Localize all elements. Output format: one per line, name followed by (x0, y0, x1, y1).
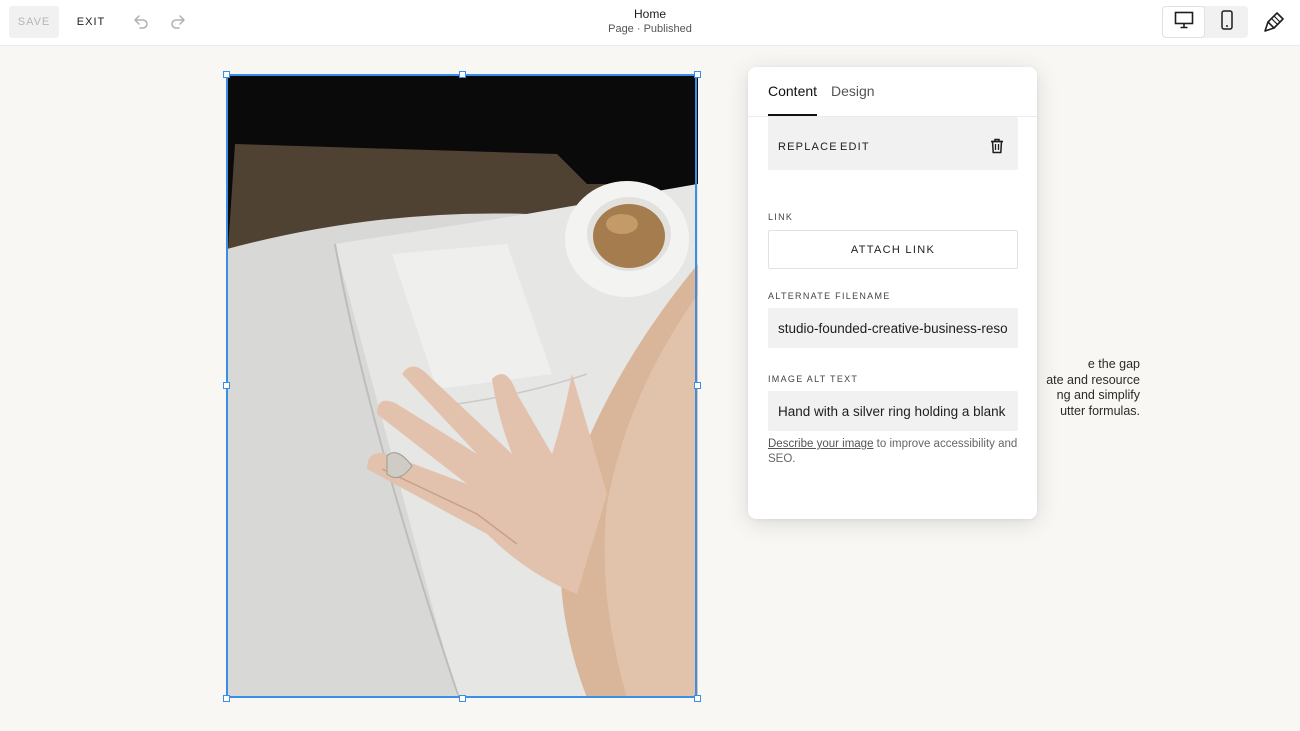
mobile-view-button[interactable] (1205, 6, 1248, 38)
alternate-filename-label: ALTERNATE FILENAME (768, 291, 891, 301)
device-toggle (1162, 6, 1248, 38)
describe-image-link[interactable]: Describe your image (768, 438, 873, 450)
mobile-icon (1220, 9, 1234, 35)
panel-tabs: Content Design (748, 67, 1037, 117)
image-actions: REPLACE EDIT (768, 117, 1018, 170)
resize-handle-top-left[interactable] (223, 71, 230, 78)
top-toolbar: SAVE EXIT Home Page · Published (0, 0, 1300, 46)
page-info[interactable]: Home Page · Published (560, 7, 740, 36)
paintbrush-icon[interactable] (1261, 9, 1287, 35)
alt-text-help: Describe your image to improve accessibi… (768, 437, 1018, 467)
tab-content[interactable]: Content (768, 83, 818, 116)
attach-link-button[interactable]: ATTACH LINK (768, 230, 1018, 269)
image-alt-text-label: IMAGE ALT TEXT (768, 374, 859, 384)
undo-icon[interactable] (128, 10, 152, 34)
replace-button[interactable]: REPLACE (778, 141, 838, 153)
resize-handle-top[interactable] (459, 71, 466, 78)
resize-handle-right[interactable] (694, 382, 701, 389)
exit-button[interactable]: EXIT (70, 6, 112, 38)
resize-handle-bottom[interactable] (459, 695, 466, 702)
link-label: LINK (768, 212, 794, 222)
resize-handle-left[interactable] (223, 382, 230, 389)
image-alt-text-input[interactable] (768, 391, 1018, 431)
desktop-view-button[interactable] (1162, 6, 1205, 38)
resize-handle-bottom-right[interactable] (694, 695, 701, 702)
image-block[interactable] (227, 74, 698, 698)
image-settings-panel: Content Design REPLACE EDIT LINK ATTACH … (748, 67, 1037, 519)
redo-icon[interactable] (167, 10, 191, 34)
trash-icon[interactable] (988, 137, 1006, 155)
alternate-filename-input[interactable] (768, 308, 1018, 348)
notebook-photo (227, 74, 698, 698)
save-button[interactable]: SAVE (9, 6, 59, 38)
page-status: Page · Published (608, 23, 692, 35)
resize-handle-bottom-left[interactable] (223, 695, 230, 702)
edit-button[interactable]: EDIT (840, 141, 870, 153)
desktop-icon (1174, 11, 1194, 34)
resize-handle-top-right[interactable] (694, 71, 701, 78)
tab-design[interactable]: Design (831, 83, 875, 116)
page-title: Home (633, 7, 666, 21)
